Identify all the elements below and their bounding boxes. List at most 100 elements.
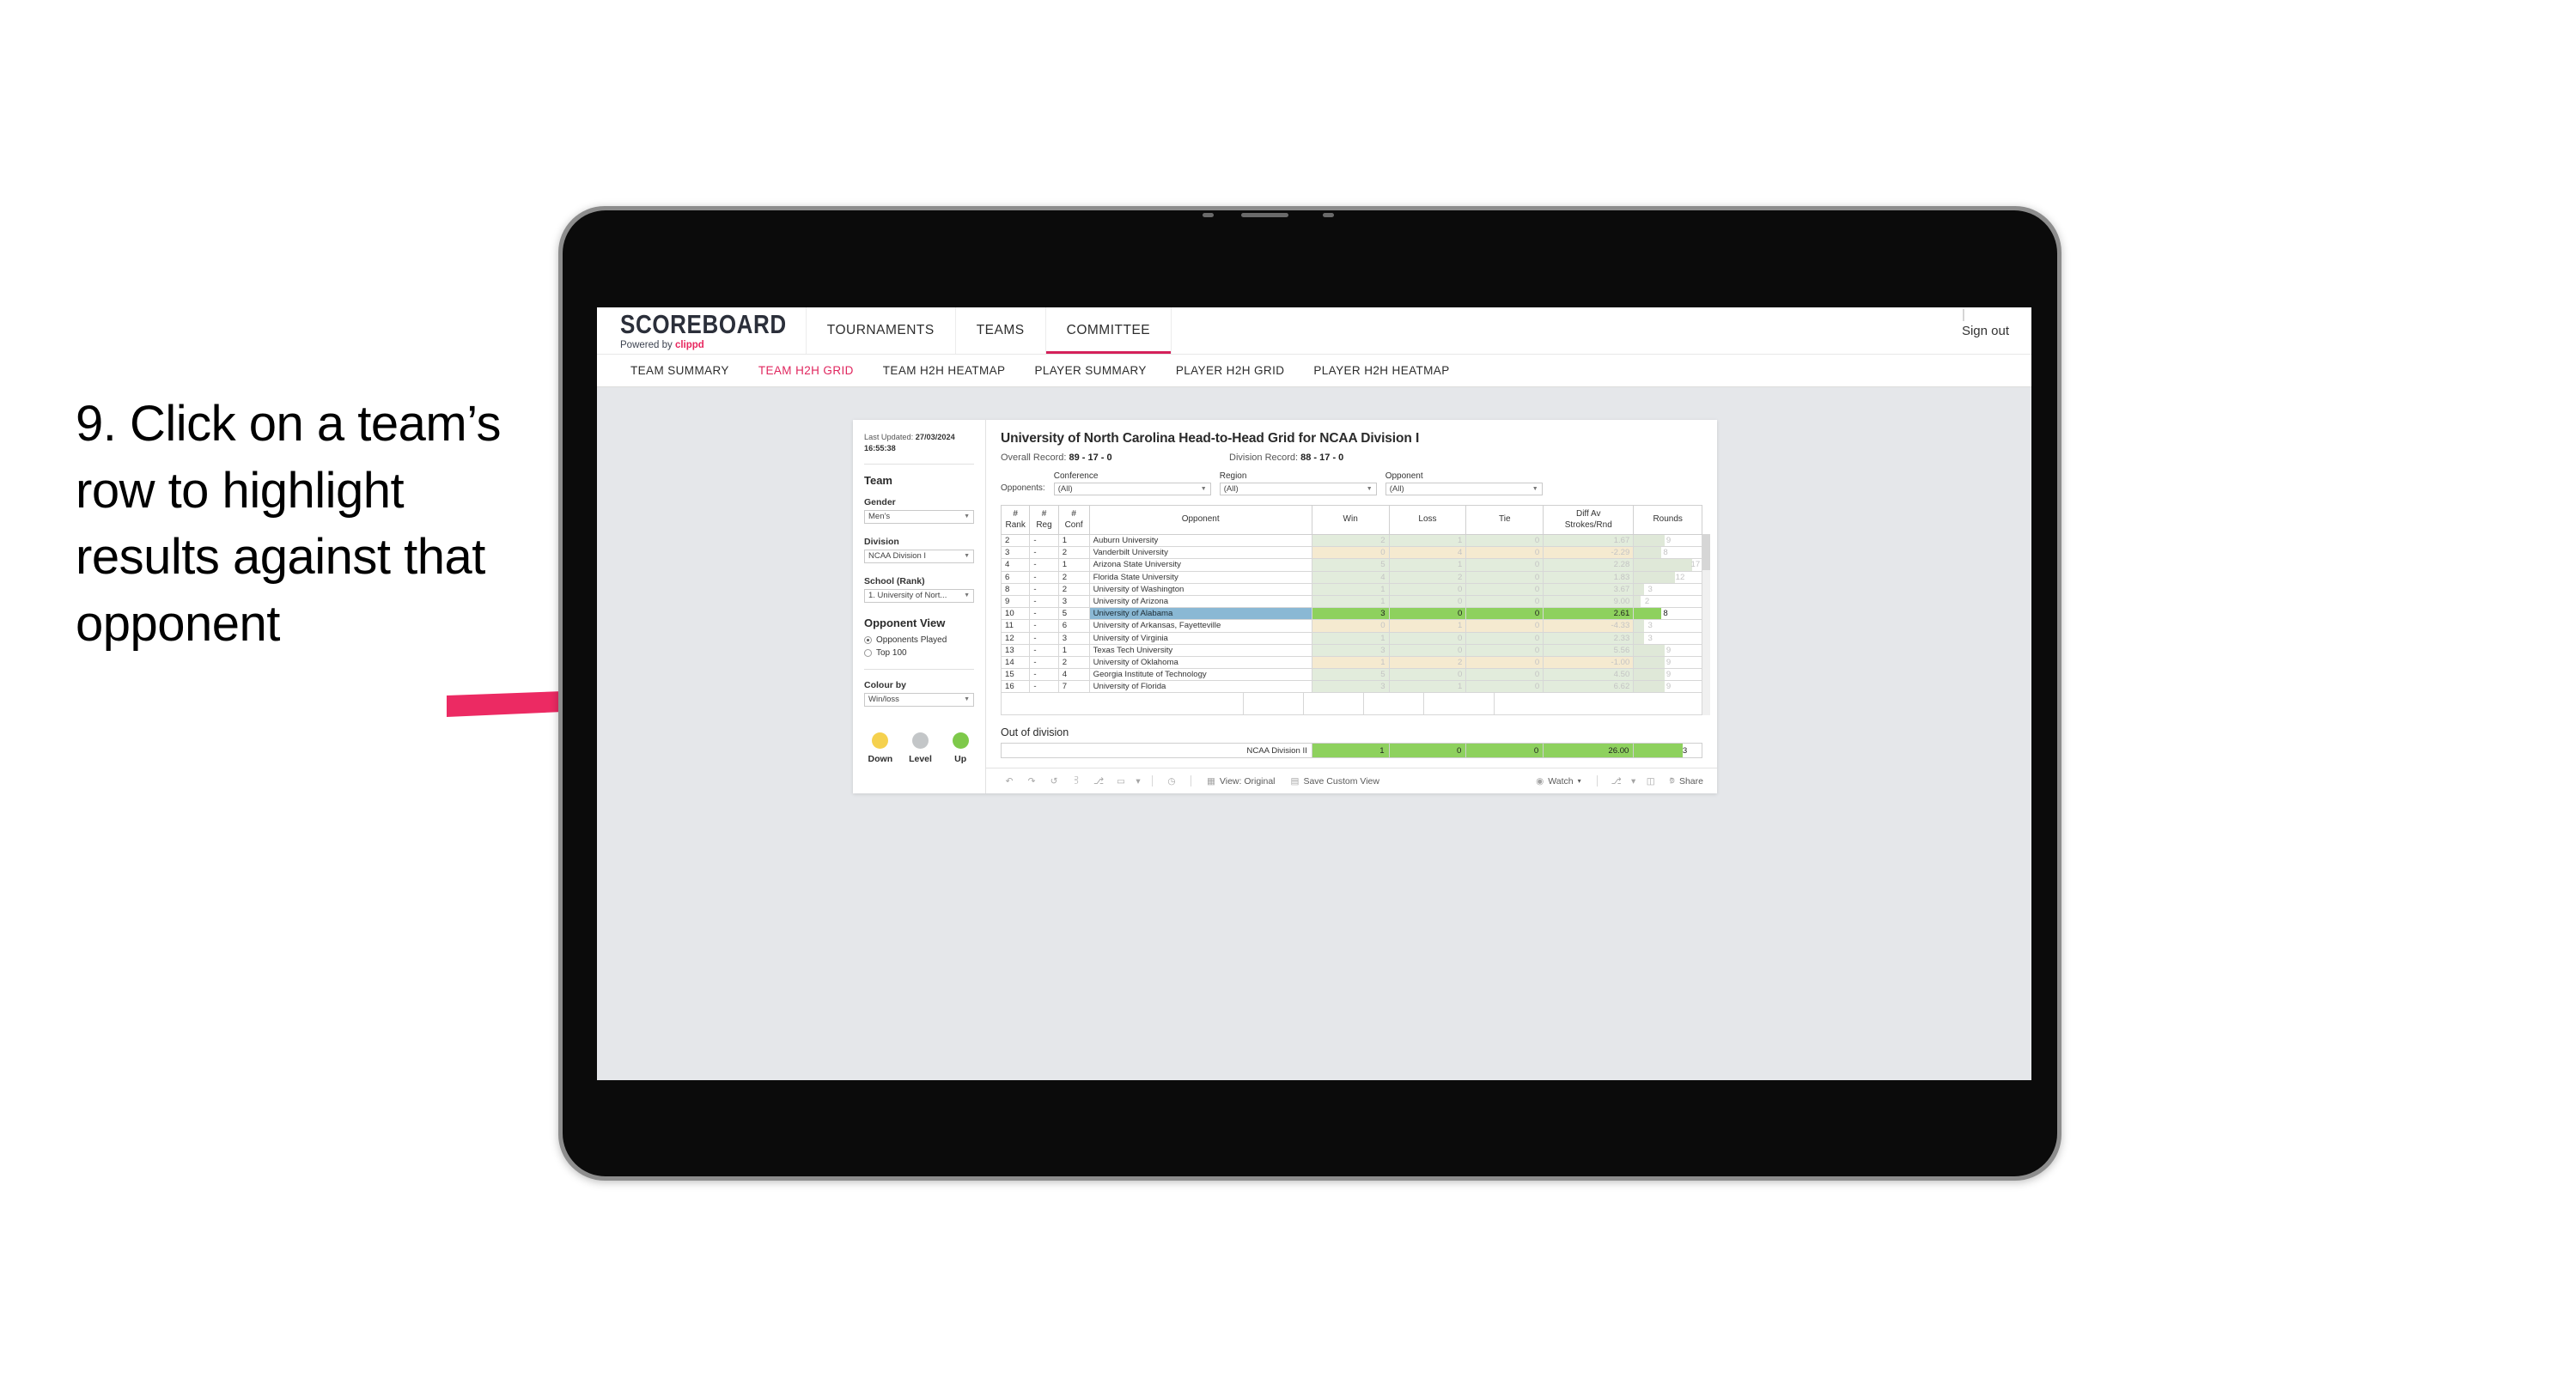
cell-tie: 0 — [1465, 655, 1544, 670]
out-of-division-row[interactable]: NCAA Division II 1 0 0 26.00 3 — [1001, 743, 1702, 759]
col-diff-av-strokes[interactable]: Diff Av Strokes/Rnd — [1543, 505, 1635, 535]
cell-conf: 6 — [1057, 619, 1090, 633]
table-row[interactable]: 2-1 Auburn University 2 1 0 1.67 9 — [1000, 533, 1702, 548]
cell-tie: 0 — [1465, 582, 1544, 596]
radio-top-100[interactable]: Top 100 — [864, 648, 974, 658]
col-reg-l2: Reg — [1036, 519, 1052, 530]
col-conf[interactable]: # Conf — [1057, 505, 1090, 535]
view-original-button[interactable]: ▦ View: Original — [1199, 776, 1283, 787]
cell-diff-value: -1.00 — [1611, 657, 1630, 667]
division-value: NCAA Division I — [868, 551, 927, 562]
subnav-team-summary[interactable]: TEAM SUMMARY — [616, 364, 744, 377]
app-logo[interactable]: SCOREBOARD Powered by clippd — [597, 311, 806, 351]
cell-win-value: 0 — [1380, 548, 1385, 558]
col-rounds[interactable]: Rounds — [1633, 505, 1702, 535]
school-value: 1. University of Nort... — [868, 591, 947, 601]
cell-conf: 7 — [1057, 680, 1090, 694]
col-reg[interactable]: # Reg — [1029, 505, 1059, 535]
nav-tournaments[interactable]: TOURNAMENTS — [805, 307, 955, 354]
col-opponent[interactable]: Opponent — [1088, 505, 1312, 535]
sign-out-link[interactable]: Sign out — [1962, 324, 2009, 338]
refresh-data-icon[interactable]: ⫖ — [1065, 772, 1087, 791]
download-icon[interactable]: ⎇ — [1605, 772, 1628, 791]
colour-by-label: Colour by — [864, 679, 906, 690]
radio-top-100-label: Top 100 — [876, 647, 907, 658]
device-layout-icon[interactable]: ▭ — [1110, 772, 1132, 791]
region-select[interactable]: (All) ▼ — [1219, 483, 1377, 495]
table-row[interactable]: 16-7 University of Florida 3 1 0 6.62 9 — [1000, 680, 1702, 694]
scrollbar-thumb[interactable] — [1702, 534, 1710, 570]
undo-icon[interactable]: ↶ — [998, 772, 1020, 791]
cell-tie: 0 — [1465, 607, 1544, 621]
cell-diff-value: 1.83 — [1613, 572, 1630, 582]
col-loss[interactable]: Loss — [1388, 505, 1467, 535]
gender-select[interactable]: Men’s ▼ — [864, 509, 974, 524]
opponent-filter: Opponent (All) ▼ — [1385, 471, 1543, 495]
subnav-team-h2h-grid[interactable]: TEAM H2H GRID — [744, 364, 868, 377]
fullscreen-icon[interactable]: ◫ — [1640, 772, 1662, 791]
share-button[interactable]: ⟄ Share — [1662, 775, 1717, 787]
col-rank[interactable]: # Rank — [1000, 505, 1031, 535]
subnav-player-h2h-grid[interactable]: PLAYER H2H GRID — [1161, 364, 1300, 377]
chevron-down-icon: ▼ — [964, 592, 970, 599]
table-scrollbar[interactable] — [1702, 534, 1710, 716]
table-row[interactable]: 13-1 Texas Tech University 3 0 0 5.56 9 — [1000, 643, 1702, 657]
divider — [864, 668, 974, 670]
cell-opponent: University of Oklahoma — [1088, 655, 1312, 670]
table-row[interactable]: 12-3 University of Virginia 1 0 0 2.33 3 — [1000, 631, 1702, 645]
table-row[interactable]: 8-2 University of Washington 1 0 0 3.67 3 — [1000, 582, 1702, 596]
ood-win: 1 — [1311, 743, 1390, 759]
cell-rounds: 9 — [1633, 655, 1702, 670]
division-select[interactable]: NCAA Division I ▼ — [864, 549, 974, 563]
cell-diff: 6.62 — [1543, 680, 1635, 694]
school-select[interactable]: 1. University of Nort... ▼ — [864, 588, 974, 603]
conference-select[interactable]: (All) ▼ — [1053, 483, 1211, 495]
logo-brand: clippd — [674, 339, 704, 350]
cell-rounds-value: 8 — [1663, 609, 1668, 619]
cell-rounds: 9 — [1633, 533, 1702, 548]
redo-icon[interactable]: ↷ — [1020, 772, 1043, 791]
table-row[interactable]: 3-2 Vanderbilt University 0 4 0 -2.29 8 — [1000, 546, 1702, 560]
col-rank-l1: # — [1013, 509, 1018, 519]
cell-win-value: 1 — [1380, 584, 1385, 594]
colour-by-select[interactable]: Win/loss ▼ — [864, 692, 974, 707]
h2h-table-wrapper: # Rank # Reg # Conf Opponent Win Loss Tie D… — [1000, 505, 1710, 716]
table-row[interactable]: 9-3 University of Arizona 1 0 0 9.00 2 — [1000, 594, 1702, 609]
cell-win-value: 2 — [1380, 536, 1385, 546]
cell-conf: 2 — [1057, 655, 1090, 670]
cell-loss-value: 1 — [1458, 682, 1463, 692]
subnav-team-h2h-heatmap[interactable]: TEAM H2H HEATMAP — [868, 364, 1020, 377]
nav-committee[interactable]: COMMITTEE — [1044, 307, 1172, 354]
pause-updates-icon[interactable]: ⎇ — [1087, 772, 1110, 791]
clock-icon[interactable]: ◷ — [1160, 772, 1183, 791]
cell-loss: 4 — [1388, 546, 1467, 560]
cell-loss-value: 4 — [1458, 548, 1463, 558]
colour-by-value: Win/loss — [868, 695, 899, 705]
download-caret-icon[interactable]: ▾ — [1628, 772, 1640, 791]
nav-teams[interactable]: TEAMS — [954, 307, 1045, 354]
layout-dropdown-caret-icon[interactable]: ▾ — [1132, 772, 1144, 791]
cell-diff: 3.67 — [1543, 582, 1635, 596]
table-row[interactable]: 10-5 University of Alabama 3 0 0 2.61 8 — [1000, 607, 1702, 621]
save-custom-view-button[interactable]: ▤ Save Custom View — [1283, 776, 1387, 787]
table-row[interactable]: 6-2 Florida State University 4 2 0 1.83 12 — [1000, 570, 1702, 584]
table-row[interactable]: 15-4 Georgia Institute of Technology 5 0 0 4.… — [1000, 668, 1702, 682]
divider — [864, 463, 974, 465]
opponent-select[interactable]: (All) ▼ — [1385, 483, 1543, 495]
col-win[interactable]: Win — [1311, 505, 1390, 535]
cell-reg: - — [1029, 655, 1059, 670]
revert-icon[interactable]: ↺ — [1043, 772, 1065, 791]
cell-win: 5 — [1311, 558, 1390, 572]
table-row[interactable]: 14-2 University of Oklahoma 1 2 0 -1.00 9 — [1000, 655, 1702, 670]
subnav-player-summary[interactable]: PLAYER SUMMARY — [1020, 364, 1160, 377]
col-tie[interactable]: Tie — [1465, 505, 1544, 535]
table-row[interactable]: 11-6 University of Arkansas, Fayetteville… — [1000, 619, 1702, 633]
radio-opponents-played[interactable]: Opponents Played — [864, 635, 974, 645]
overall-record-label: Overall Record: — [1001, 453, 1069, 463]
cell-rounds-value: 9 — [1666, 645, 1672, 655]
cell-loss-value: 0 — [1458, 670, 1463, 680]
watch-button[interactable]: ◉ Watch ▾ — [1528, 776, 1589, 787]
cell-diff-value: 2.61 — [1613, 609, 1630, 619]
table-row[interactable]: 4-1 Arizona State University 5 1 0 2.28 17 — [1000, 558, 1702, 572]
subnav-player-h2h-heatmap[interactable]: PLAYER H2H HEATMAP — [1299, 364, 1464, 377]
